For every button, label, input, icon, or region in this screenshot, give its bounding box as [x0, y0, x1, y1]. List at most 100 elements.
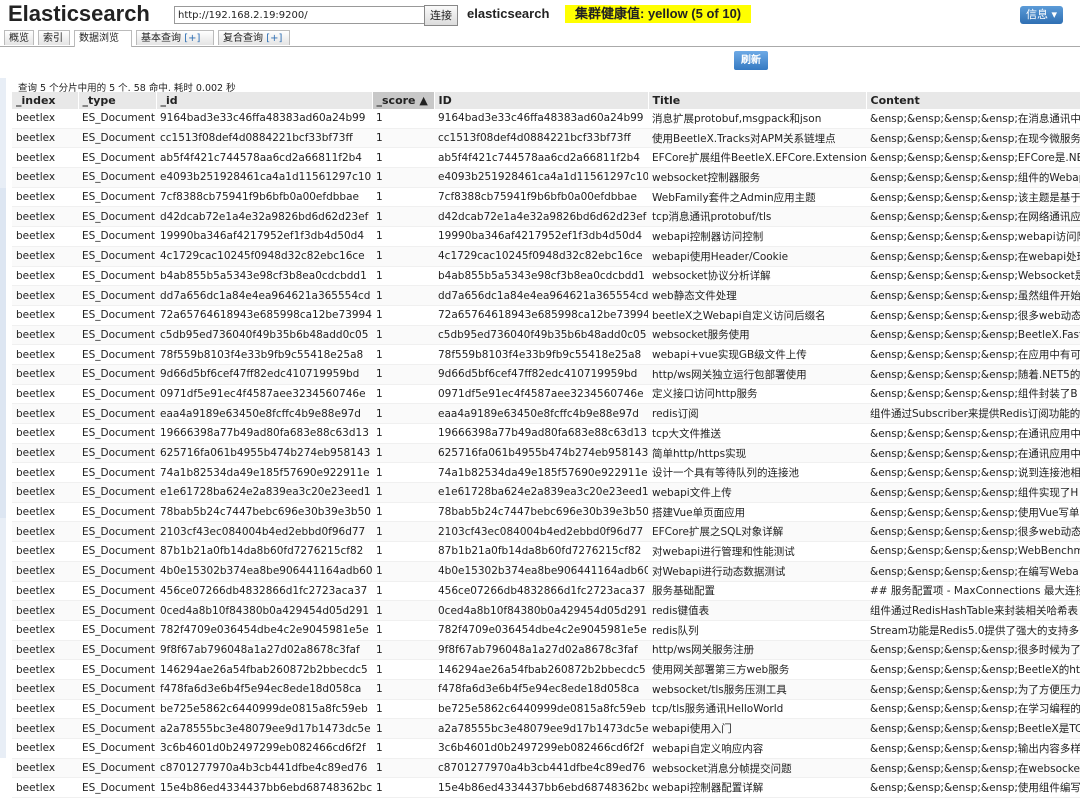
table-row[interactable]: beetlex ES_Document 0971df5e91ec4f4587aee3… — [12, 384, 1080, 405]
table-cell: web静态文件处理 — [648, 285, 866, 306]
add-tab-icon[interactable]: [+] — [266, 33, 282, 44]
table-row[interactable]: beetlex ES_Document dd7a656dc1a84e4ea96462… — [12, 285, 1080, 306]
table-cell: redis订阅 — [648, 403, 866, 424]
table-cell: WebFamily套件之Admin应用主题 — [648, 187, 866, 208]
column-header[interactable]: _score ▲ — [372, 92, 435, 109]
table-cell: 9d66d5bf6cef47ff82edc410719959bd — [434, 364, 648, 385]
table-cell: 15e4b86ed4334437bb6ebd68748362bc — [156, 777, 372, 798]
cluster-url-input[interactable] — [174, 6, 430, 24]
table-cell: 4b0e15302b374ea8be906441164adb60 — [156, 561, 372, 582]
table-cell: beetlex — [12, 541, 78, 562]
table-cell: b4ab855b5a5343e98cf3b8ea0cdcbdd1 — [434, 266, 648, 287]
table-row[interactable]: beetlex ES_Document 782f4709e036454dbe4c2e… — [12, 620, 1080, 641]
tab-compound-query[interactable]: 复合查询 [+] — [218, 30, 290, 45]
column-header[interactable]: Title — [648, 92, 867, 109]
table-cell: 782f4709e036454dbe4c2e9045981e5e — [156, 620, 372, 641]
table-cell: 0ced4a8b10f84380b0a429454d05d291 — [434, 600, 648, 621]
table-row[interactable]: beetlex ES_Document 78f559b8103f4e33b9fb9c… — [12, 344, 1080, 365]
table-cell: ES_Document — [78, 364, 156, 385]
table-row[interactable]: beetlex ES_Document ab5f4f421c744578aa6cd2… — [12, 147, 1080, 169]
table-cell: 1 — [372, 147, 434, 169]
table-row[interactable]: beetlex ES_Document 15e4b86ed4334437bb6ebd… — [12, 777, 1080, 798]
table-cell: 1 — [372, 109, 434, 129]
table-row[interactable]: beetlex ES_Document 3c6b4601d0b2497299eb08… — [12, 738, 1080, 759]
table-cell: &ensp;&ensp;&ensp;&ensp;组件实现了H — [866, 482, 1080, 503]
table-row[interactable]: beetlex ES_Document 4b0e15302b374ea8be9064… — [12, 561, 1080, 582]
table-row[interactable]: beetlex ES_Document 625716fa061b4955b474b2… — [12, 443, 1080, 464]
table-row[interactable]: beetlex ES_Document 2103cf43ec084004b4ed2e… — [12, 521, 1080, 543]
tab-browser[interactable]: 数据浏览 — [74, 30, 132, 47]
table-cell: 2103cf43ec084004b4ed2ebbd0f96d77 — [156, 521, 372, 543]
table-row[interactable]: beetlex ES_Document eaa4a9189e63450e8fcffc… — [12, 403, 1080, 424]
table-row[interactable]: beetlex ES_Document 19990ba346af4217952ef1… — [12, 226, 1080, 247]
table-cell: 1 — [372, 206, 434, 228]
table-row[interactable]: beetlex ES_Document cc1513f08def4d0884221b… — [12, 128, 1080, 149]
column-header[interactable]: _index — [12, 92, 79, 109]
table-cell: &ensp;&ensp;&ensp;&ensp;在应用中有可 — [866, 344, 1080, 365]
table-row[interactable]: beetlex ES_Document c8701277970a4b3cb441df… — [12, 758, 1080, 779]
table-cell: 1 — [372, 187, 434, 208]
table-row[interactable]: beetlex ES_Document e1e61728ba624e2a839ea3… — [12, 482, 1080, 503]
table-row[interactable]: beetlex ES_Document e4093b251928461ca4a1d1… — [12, 167, 1080, 188]
table-row[interactable]: beetlex ES_Document 4c1729cac10245f0948d32… — [12, 246, 1080, 267]
cluster-health-badge: 集群健康值: yellow (5 of 10) — [565, 5, 752, 23]
table-cell: 3c6b4601d0b2497299eb082466cd6f2f — [156, 738, 372, 759]
table-cell: e1e61728ba624e2a839ea3c20e23eed1 — [434, 482, 648, 503]
refresh-button[interactable]: 刷新 — [734, 51, 768, 70]
table-row[interactable]: beetlex ES_Document 9d66d5bf6cef47ff82edc4… — [12, 364, 1080, 385]
sidebar-panel[interactable] — [0, 78, 6, 758]
table-cell: &ensp;&ensp;&ensp;&ensp;BeetleX.Fast — [866, 325, 1080, 346]
table-row[interactable]: beetlex ES_Document be725e5862c6440999de08… — [12, 699, 1080, 720]
table-row[interactable]: beetlex ES_Document a2a78555bc3e48079ee9d1… — [12, 718, 1080, 739]
table-row[interactable]: beetlex ES_Document 78bab5b24c7447bebc696e… — [12, 502, 1080, 523]
table-cell: 设计一个具有等待队列的连接池 — [648, 462, 866, 484]
table-row[interactable]: beetlex ES_Document f478fa6d3e6b4f5e94ec8e… — [12, 679, 1080, 700]
table-cell: &ensp;&ensp;&ensp;&ensp;在消息通讯中 — [866, 109, 1080, 129]
column-header[interactable]: Content — [866, 92, 1080, 109]
table-row[interactable]: beetlex ES_Document 7cf8388cb75941f9b6bfb0… — [12, 187, 1080, 208]
table-row[interactable]: beetlex ES_Document d42dcab72e1a4e32a9826b… — [12, 206, 1080, 228]
table-cell: beetlex — [12, 384, 78, 405]
table-cell: websocket协议分析详解 — [648, 266, 866, 287]
table-cell: &ensp;&ensp;&ensp;&ensp;组件的Webapi — [866, 167, 1080, 188]
connect-button[interactable]: 连接 — [424, 5, 458, 26]
table-cell: 78bab5b24c7447bebc696e30b39e3b50 — [434, 502, 648, 523]
tab-overview[interactable]: 概览 — [4, 30, 34, 45]
table-row[interactable]: beetlex ES_Document 146294ae26a54fbab26087… — [12, 659, 1080, 680]
table-row[interactable]: beetlex ES_Document 9f8f67ab796048a1a27d02… — [12, 640, 1080, 661]
table-cell: 组件通过RedisHashTable来封装相关哈希表 — [866, 600, 1080, 621]
table-cell: 1 — [372, 581, 434, 602]
table-cell: 4c1729cac10245f0948d32c82ebc16ce — [434, 246, 648, 267]
table-cell: 19990ba346af4217952ef1f3db4d50d4 — [156, 226, 372, 247]
table-cell: 78f559b8103f4e33b9fb9c55418e25a8 — [434, 344, 648, 365]
table-row[interactable]: beetlex ES_Document 0ced4a8b10f84380b0a429… — [12, 600, 1080, 621]
table-row[interactable]: beetlex ES_Document 74a1b82534da49e185f576… — [12, 462, 1080, 484]
table-cell: 0971df5e91ec4f4587aee3234560746e — [156, 384, 372, 405]
table-row[interactable]: beetlex ES_Document b4ab855b5a5343e98cf3b8… — [12, 266, 1080, 287]
table-cell: beetlex — [12, 423, 78, 444]
add-tab-icon[interactable]: [+] — [184, 33, 200, 44]
table-cell: &ensp;&ensp;&ensp;&ensp;输出内容多样 — [866, 738, 1080, 759]
table-cell: beetlex — [12, 325, 78, 346]
tab-indices[interactable]: 索引 — [38, 30, 70, 45]
table-row[interactable]: beetlex ES_Document 87b1b21a0fb14da8b60fd7… — [12, 541, 1080, 562]
table-cell: ES_Document — [78, 640, 156, 661]
column-header[interactable]: _id — [156, 92, 373, 109]
table-cell: 1 — [372, 502, 434, 523]
table-row[interactable]: beetlex ES_Document 9164bad3e33c46ffa48383… — [12, 109, 1080, 129]
table-row[interactable]: beetlex ES_Document 72a65764618943e685998c… — [12, 305, 1080, 326]
column-header[interactable]: _type — [78, 92, 157, 109]
table-cell: 1 — [372, 226, 434, 247]
tab-basic-query[interactable]: 基本查询 [+] — [136, 30, 214, 45]
info-menu-button[interactable]: 信息 ▾ — [1020, 6, 1064, 24]
table-row[interactable]: beetlex ES_Document 19666398a77b49ad80fa68… — [12, 423, 1080, 444]
table-cell: beetlex — [12, 679, 78, 700]
table-cell: &ensp;&ensp;&ensp;&ensp;组件封装了B — [866, 384, 1080, 405]
table-cell: &ensp;&ensp;&ensp;&ensp;很多web动态 — [866, 521, 1080, 543]
table-cell: beetlex — [12, 128, 78, 149]
table-cell: ES_Document — [78, 344, 156, 365]
table-row[interactable]: beetlex ES_Document 456ce07266db4832866d1f… — [12, 581, 1080, 602]
table-cell: ES_Document — [78, 187, 156, 208]
table-row[interactable]: beetlex ES_Document c5db95ed736040f49b35b6… — [12, 325, 1080, 346]
column-header[interactable]: ID — [434, 92, 649, 109]
